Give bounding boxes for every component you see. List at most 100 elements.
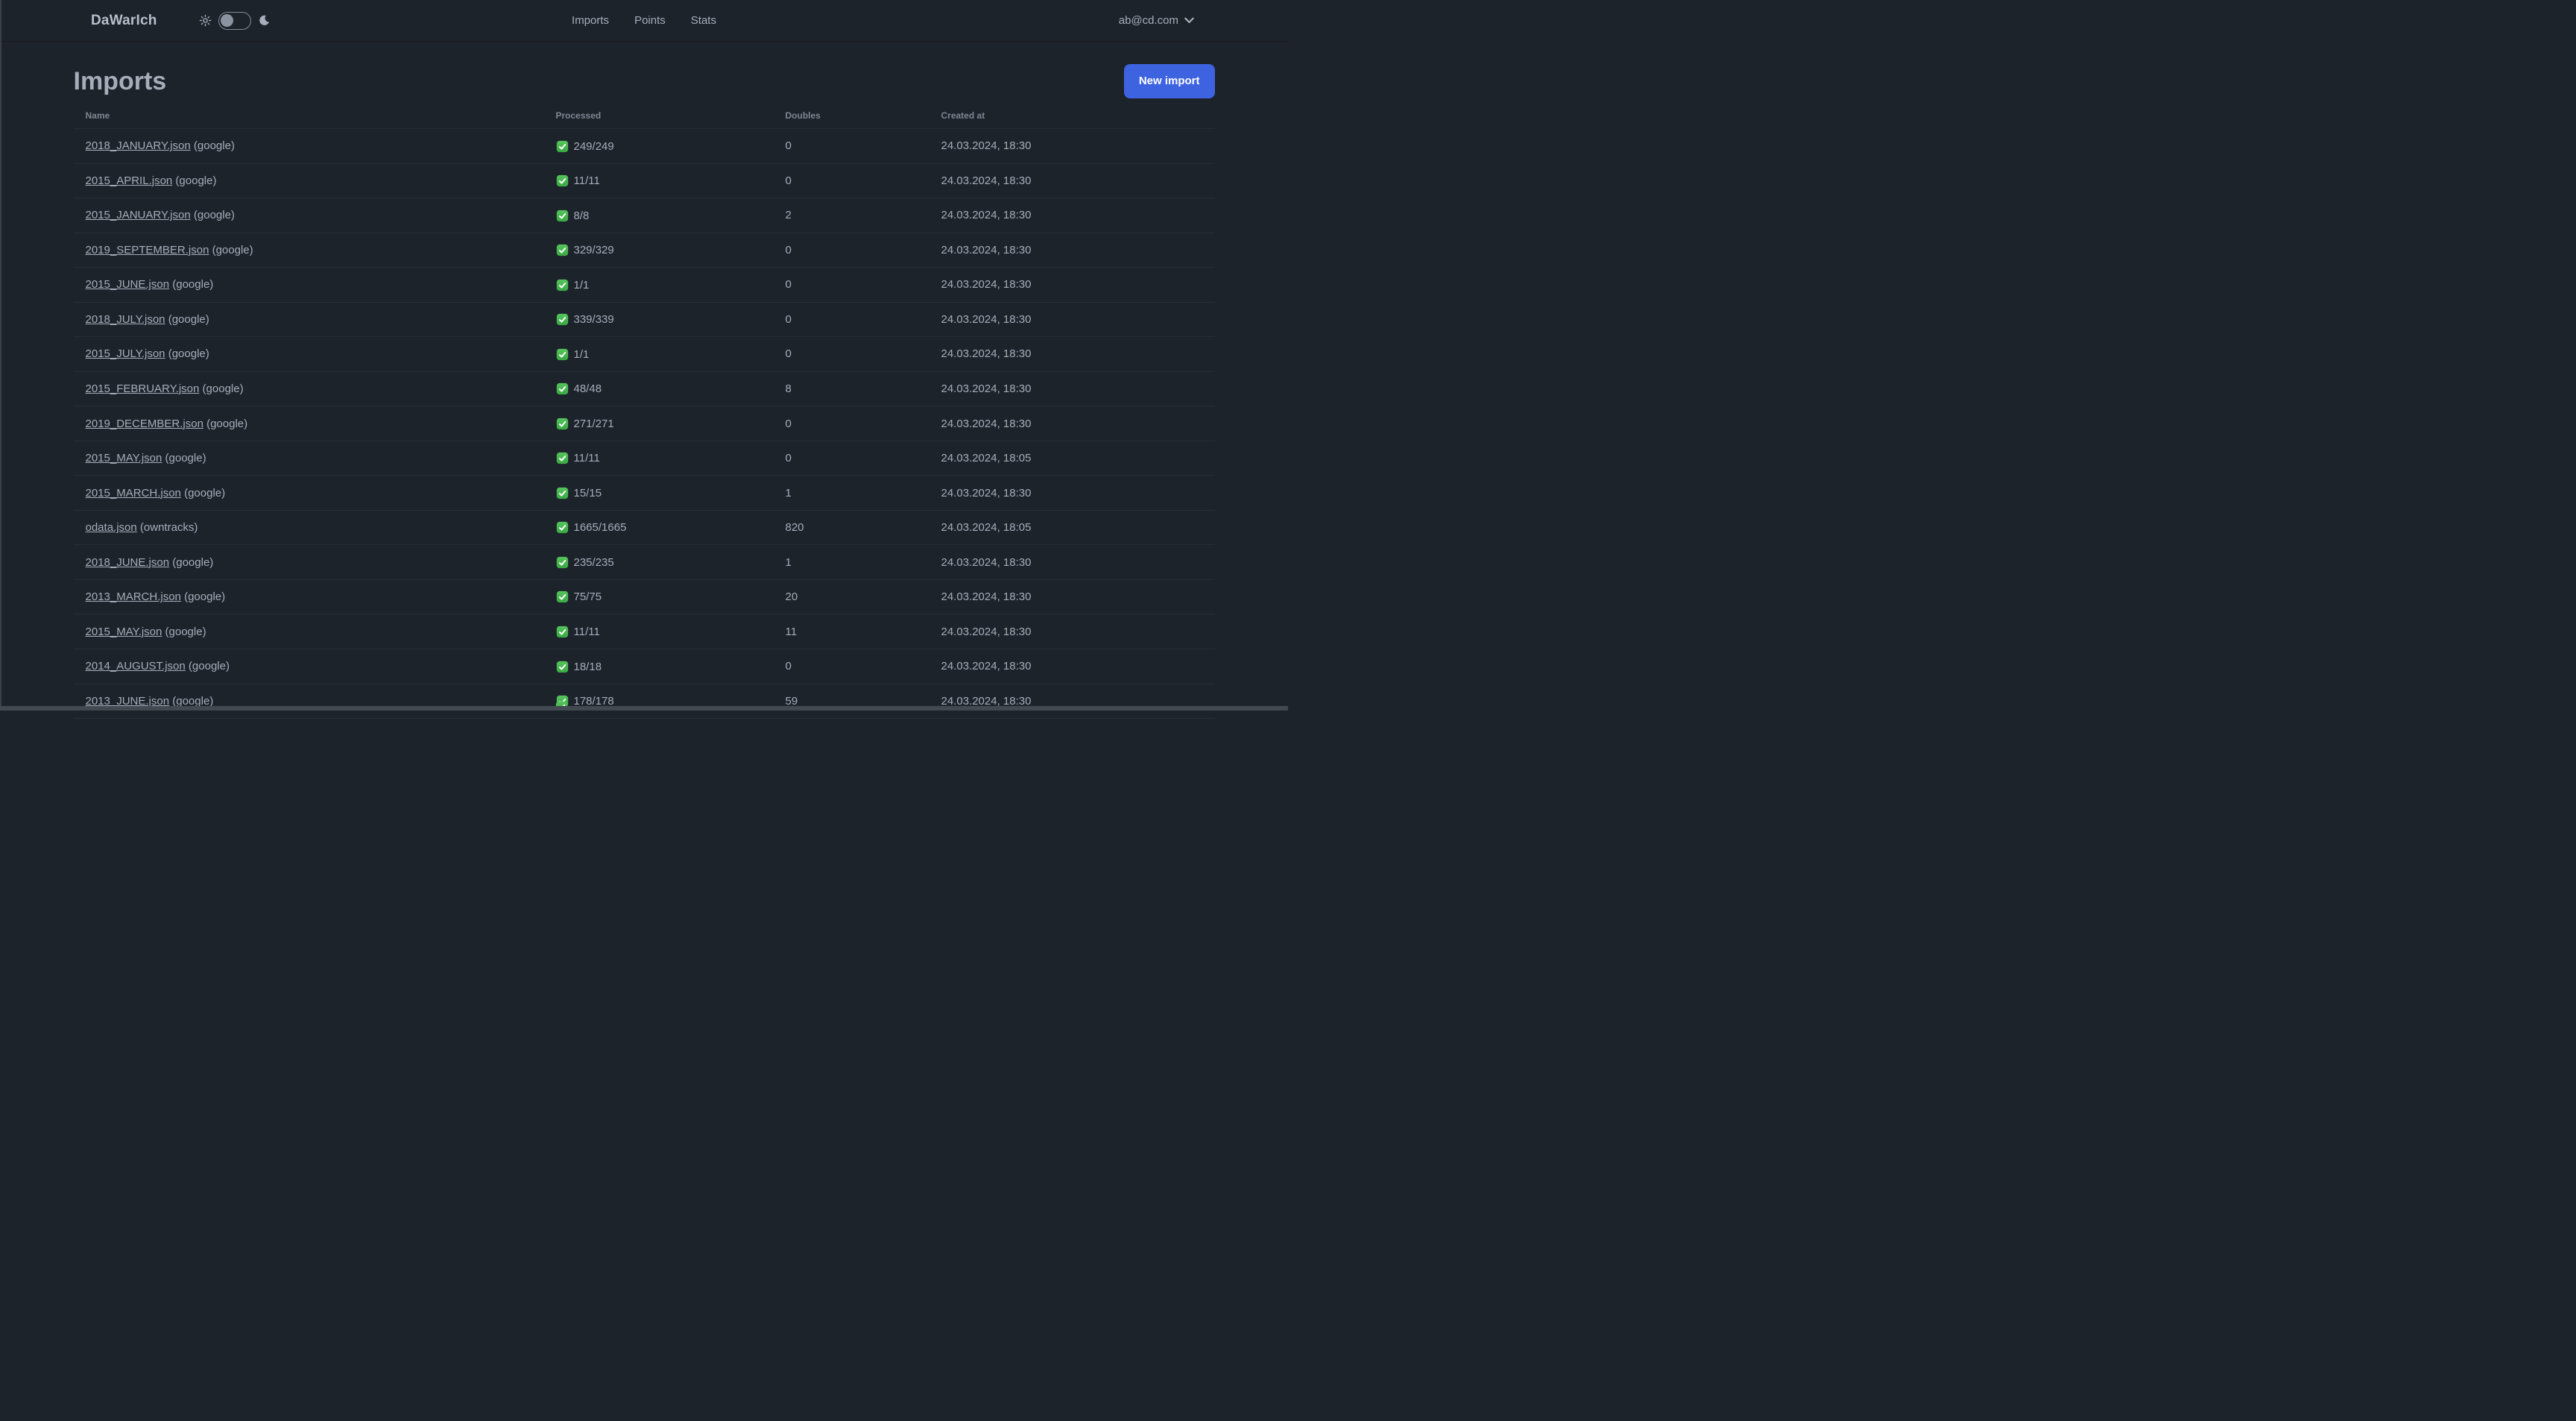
processed-cell: 8/8	[543, 198, 774, 233]
created-at-cell: 24.03.2024, 18:30	[929, 579, 1215, 615]
horizontal-scrollbar[interactable]	[0, 706, 1288, 710]
processed-count: 15/15	[573, 486, 602, 500]
success-check-icon	[556, 140, 568, 152]
import-source-label: (google)	[175, 174, 217, 187]
name-cell: 2015_JULY.json (google)	[73, 336, 544, 372]
processed-cell: 11/11	[543, 614, 774, 649]
created-at-cell: 24.03.2024, 18:30	[929, 163, 1215, 199]
column-header-doubles: Doubles	[773, 106, 929, 129]
import-file-link[interactable]: 2015_JANUARY.json	[86, 209, 191, 221]
import-file-link[interactable]: 2015_APRIL.json	[86, 174, 173, 187]
import-file-link[interactable]: 2015_MAY.json	[86, 452, 162, 464]
processed-cell: 1/1	[543, 336, 774, 372]
processed-count: 8/8	[573, 209, 590, 222]
success-check-icon	[556, 279, 568, 291]
name-cell: odata.json (owntracks)	[73, 510, 544, 546]
import-file-link[interactable]: 2014_AUGUST.json	[86, 660, 186, 672]
processed-count: 48/48	[573, 382, 602, 396]
table-row: odata.json (owntracks) 1665/1665 820 24.…	[73, 510, 1215, 546]
success-check-icon	[556, 591, 568, 603]
name-cell: 2014_AUGUST.json (google)	[73, 649, 544, 684]
import-file-link[interactable]: odata.json	[86, 521, 137, 534]
import-source-label: (google)	[165, 452, 206, 465]
created-at-cell: 24.03.2024, 18:30	[929, 544, 1215, 580]
success-check-icon	[556, 174, 568, 187]
doubles-cell: 8	[773, 371, 929, 407]
processed-cell: 329/329	[543, 233, 774, 268]
import-source-label: (google)	[172, 555, 214, 569]
success-check-icon	[556, 244, 568, 256]
processed-cell: 11/11	[543, 441, 774, 476]
import-file-link[interactable]: 2019_DECEMBER.json	[86, 418, 203, 430]
created-at-cell: 24.03.2024, 18:05	[929, 441, 1215, 476]
import-file-link[interactable]: 2015_MAY.json	[86, 626, 162, 638]
imports-page: Imports New import Name Processed Double…	[73, 64, 1215, 719]
import-source-label: (google)	[212, 243, 253, 256]
theme-toggle-switch[interactable]	[218, 11, 251, 30]
doubles-cell: 2	[773, 198, 929, 233]
table-row: 2015_JULY.json (google) 1/1 0 24.03.2024…	[73, 336, 1215, 372]
top-navbar: DaWarIch Imports Points Stats ab@cd.com	[0, 0, 1288, 42]
doubles-cell: 1	[773, 475, 929, 511]
processed-cell: 271/271	[543, 406, 774, 441]
import-file-link[interactable]: 2018_JANUARY.json	[86, 139, 191, 152]
import-source-label: (google)	[193, 139, 235, 153]
processed-count: 271/271	[573, 417, 614, 430]
success-check-icon	[556, 487, 568, 499]
table-row: 2014_AUGUST.json (google) 18/18 0 24.03.…	[73, 649, 1215, 684]
table-row: 2015_FEBRUARY.json (google) 48/48 8 24.0…	[73, 371, 1215, 407]
import-file-link[interactable]: 2015_JULY.json	[86, 347, 165, 360]
table-row: 2015_MAY.json (google) 11/11 11 24.03.20…	[73, 614, 1215, 649]
success-check-icon	[556, 661, 568, 672]
window-left-edge	[0, 0, 1, 710]
import-file-link[interactable]: 2013_MARCH.json	[86, 590, 181, 603]
table-row: 2018_JULY.json (google) 339/339 0 24.03.…	[73, 302, 1215, 338]
created-at-cell: 24.03.2024, 18:30	[929, 198, 1215, 233]
nav-link-imports[interactable]: Imports	[572, 14, 609, 27]
doubles-cell: 0	[773, 128, 929, 164]
theme-toggle-group	[199, 11, 271, 30]
doubles-cell: 0	[773, 406, 929, 441]
table-row: 2018_JUNE.json (google) 235/235 1 24.03.…	[73, 544, 1215, 580]
table-row: 2015_APRIL.json (google) 11/11 0 24.03.2…	[73, 163, 1215, 199]
name-cell: 2015_APRIL.json (google)	[73, 163, 544, 199]
processed-count: 11/11	[573, 174, 600, 188]
success-check-icon	[556, 626, 568, 638]
processed-count: 235/235	[573, 555, 614, 569]
created-at-cell: 24.03.2024, 18:30	[929, 614, 1215, 649]
import-file-link[interactable]: 2015_MARCH.json	[86, 487, 181, 500]
processed-count: 1665/1665	[573, 521, 627, 535]
name-cell: 2018_JULY.json (google)	[73, 302, 544, 338]
import-file-link[interactable]: 2015_FEBRUARY.json	[86, 382, 200, 395]
processed-count: 339/339	[573, 313, 614, 327]
table-row: 2019_DECEMBER.json (google) 271/271 0 24…	[73, 406, 1215, 441]
processed-cell: 249/249	[543, 128, 774, 164]
table-row: 2015_JUNE.json (google) 1/1 0 24.03.2024…	[73, 267, 1215, 303]
app-logo[interactable]: DaWarIch	[91, 13, 157, 29]
nav-link-points[interactable]: Points	[634, 14, 666, 27]
table-body: 2018_JANUARY.json (google) 249/249 0 24.…	[73, 128, 1215, 719]
success-check-icon	[556, 556, 568, 569]
import-file-link[interactable]: 2015_JUNE.json	[86, 278, 170, 291]
doubles-cell: 11	[773, 614, 929, 649]
table-row: 2015_MAY.json (google) 11/11 0 24.03.202…	[73, 441, 1215, 476]
import-source-label: (google)	[184, 486, 226, 500]
user-menu[interactable]: ab@cd.com	[1119, 14, 1194, 27]
import-file-link[interactable]: 2018_JULY.json	[86, 313, 165, 326]
import-file-link[interactable]: 2018_JUNE.json	[86, 556, 170, 569]
table-row: 2015_MARCH.json (google) 15/15 1 24.03.2…	[73, 475, 1215, 511]
processed-cell: 18/18	[543, 649, 774, 684]
moon-icon	[258, 14, 271, 27]
doubles-cell: 0	[773, 302, 929, 338]
import-source-label: (google)	[193, 209, 235, 222]
created-at-cell: 24.03.2024, 18:30	[929, 302, 1215, 338]
import-source-label: (owntracks)	[139, 521, 198, 535]
nav-link-stats[interactable]: Stats	[691, 14, 716, 27]
name-cell: 2015_FEBRUARY.json (google)	[73, 371, 544, 407]
processed-cell: 11/11	[543, 163, 774, 199]
name-cell: 2013_MARCH.json (google)	[73, 579, 544, 615]
success-check-icon	[556, 348, 568, 360]
import-file-link[interactable]: 2019_SEPTEMBER.json	[86, 244, 209, 256]
new-import-button[interactable]: New import	[1123, 64, 1215, 98]
created-at-cell: 24.03.2024, 18:30	[929, 406, 1215, 441]
